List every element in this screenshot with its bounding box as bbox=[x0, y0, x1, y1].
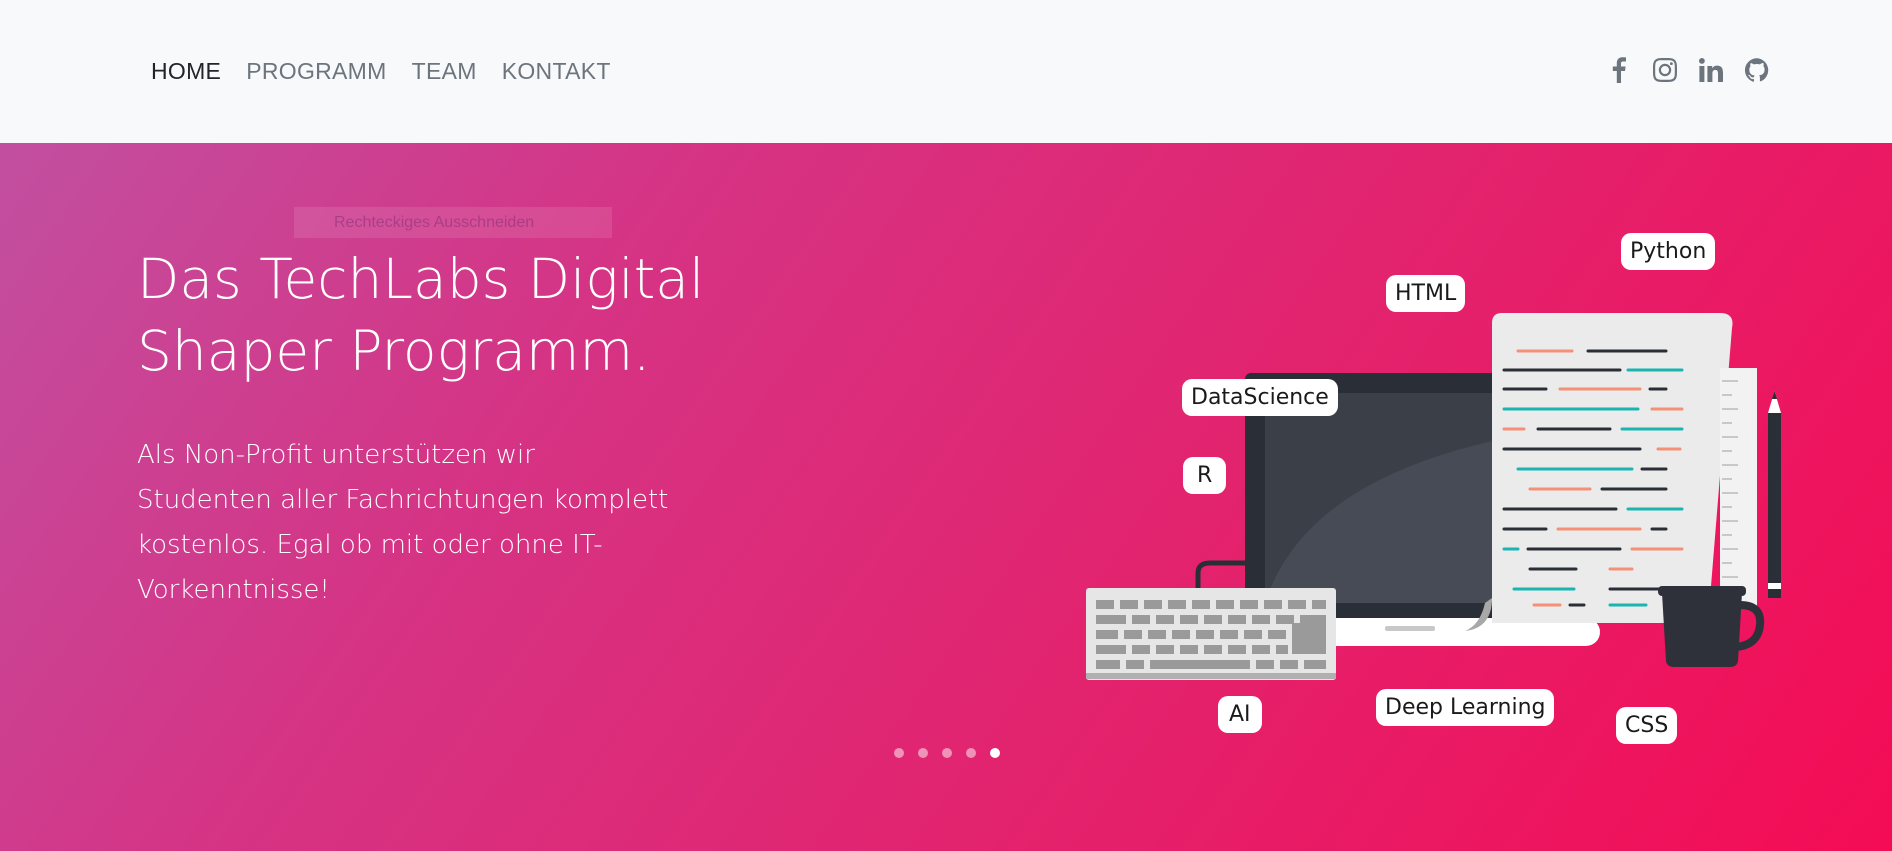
linkedin-icon[interactable] bbox=[1698, 56, 1724, 84]
tag-python: Python bbox=[1621, 233, 1716, 270]
tech-illustration: Python HTML DataScience R AI Deep Learni… bbox=[1080, 233, 1800, 757]
tag-ai: AI bbox=[1218, 696, 1262, 733]
tag-deep-learning: Deep Learning bbox=[1376, 689, 1555, 726]
tag-datascience: DataScience bbox=[1182, 379, 1338, 416]
carousel-indicators bbox=[894, 748, 1000, 758]
hero-text: Als Non-Profit unterstützen wir Studente… bbox=[137, 440, 669, 605]
facebook-icon[interactable] bbox=[1606, 56, 1632, 84]
carousel-dot-1[interactable] bbox=[894, 748, 904, 758]
nav-programm[interactable]: PROGRAMM bbox=[246, 58, 386, 85]
carousel-dot-5[interactable] bbox=[990, 748, 1000, 758]
snipping-tooltip: Rechteckiges Ausschneiden bbox=[294, 207, 612, 238]
github-icon[interactable] bbox=[1744, 56, 1770, 84]
hero-carousel: Rechteckiges Ausschneiden Das TechLabs D… bbox=[0, 143, 1892, 851]
nav-links: HOME PROGRAMM TEAM KONTAKT bbox=[151, 58, 636, 85]
social-links bbox=[1606, 56, 1770, 84]
navbar: HOME PROGRAMM TEAM KONTAKT bbox=[0, 0, 1892, 143]
nav-kontakt[interactable]: KONTAKT bbox=[502, 58, 611, 85]
carousel-dot-3[interactable] bbox=[942, 748, 952, 758]
nav-team[interactable]: TEAM bbox=[412, 58, 477, 85]
nav-home[interactable]: HOME bbox=[151, 58, 221, 85]
tag-css: CSS bbox=[1616, 707, 1678, 744]
hero-title: Das TechLabs Digital Shaper Programm. bbox=[137, 247, 705, 383]
tag-html: HTML bbox=[1386, 275, 1466, 312]
tag-r: R bbox=[1183, 457, 1227, 494]
carousel-dot-4[interactable] bbox=[966, 748, 976, 758]
carousel-dot-2[interactable] bbox=[918, 748, 928, 758]
instagram-icon[interactable] bbox=[1652, 56, 1678, 84]
